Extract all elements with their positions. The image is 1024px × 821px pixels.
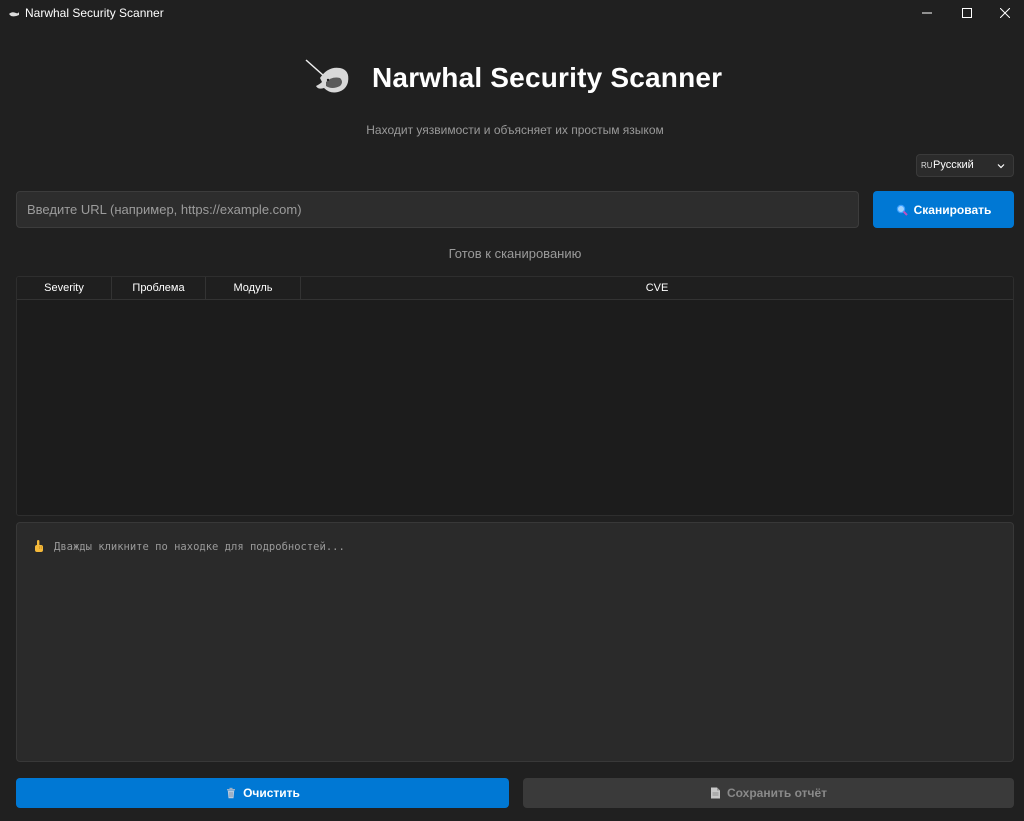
maximize-icon: [962, 8, 972, 18]
chevron-down-icon: [997, 164, 1005, 169]
scan-button-label: Сканировать: [913, 202, 992, 217]
trash-icon: [227, 787, 236, 799]
app-title: Narwhal Security Scanner: [372, 62, 723, 93]
document-icon: [710, 787, 720, 799]
results-table-header: Severity Проблема Модуль CVE: [17, 277, 1013, 300]
window-title: Narwhal Security Scanner: [25, 6, 164, 20]
narwhal-app-icon: [9, 12, 19, 17]
header: Narwhal Security Scanner: [0, 52, 1024, 108]
scan-button[interactable]: Сканировать: [873, 191, 1014, 228]
close-icon: [1000, 8, 1010, 18]
language-selected-value: Русский: [933, 159, 974, 171]
status-text: Готов к сканированию: [448, 246, 582, 261]
details-hint: Дважды кликните по находке для подробнос…: [54, 541, 345, 553]
column-header-severity[interactable]: Severity: [17, 277, 112, 299]
column-header-cve[interactable]: CVE: [301, 277, 1013, 299]
app-subtitle: Находит уязвимости и объясняет их просты…: [366, 123, 664, 137]
title-bar: Narwhal Security Scanner: [0, 0, 1024, 26]
clear-button-label: Очистить: [243, 786, 300, 800]
results-table[interactable]: Severity Проблема Модуль CVE: [16, 276, 1014, 516]
pointing-hand-icon: [35, 540, 43, 552]
language-select[interactable]: RU Русский: [916, 154, 1014, 177]
minimize-icon: [922, 12, 932, 14]
close-button[interactable]: [982, 0, 1024, 26]
column-header-problem[interactable]: Проблема: [112, 277, 206, 299]
save-report-button[interactable]: Сохранить отчёт: [523, 778, 1014, 808]
details-panel[interactable]: Дважды кликните по находке для подробнос…: [16, 522, 1014, 762]
save-report-button-label: Сохранить отчёт: [726, 786, 827, 800]
magnifier-icon: [896, 204, 908, 216]
narwhal-logo-icon: [305, 59, 349, 93]
language-flag: RU: [921, 161, 933, 170]
url-input[interactable]: [16, 191, 859, 228]
column-header-module[interactable]: Модуль: [206, 277, 301, 299]
clear-button[interactable]: Очистить: [16, 778, 509, 808]
